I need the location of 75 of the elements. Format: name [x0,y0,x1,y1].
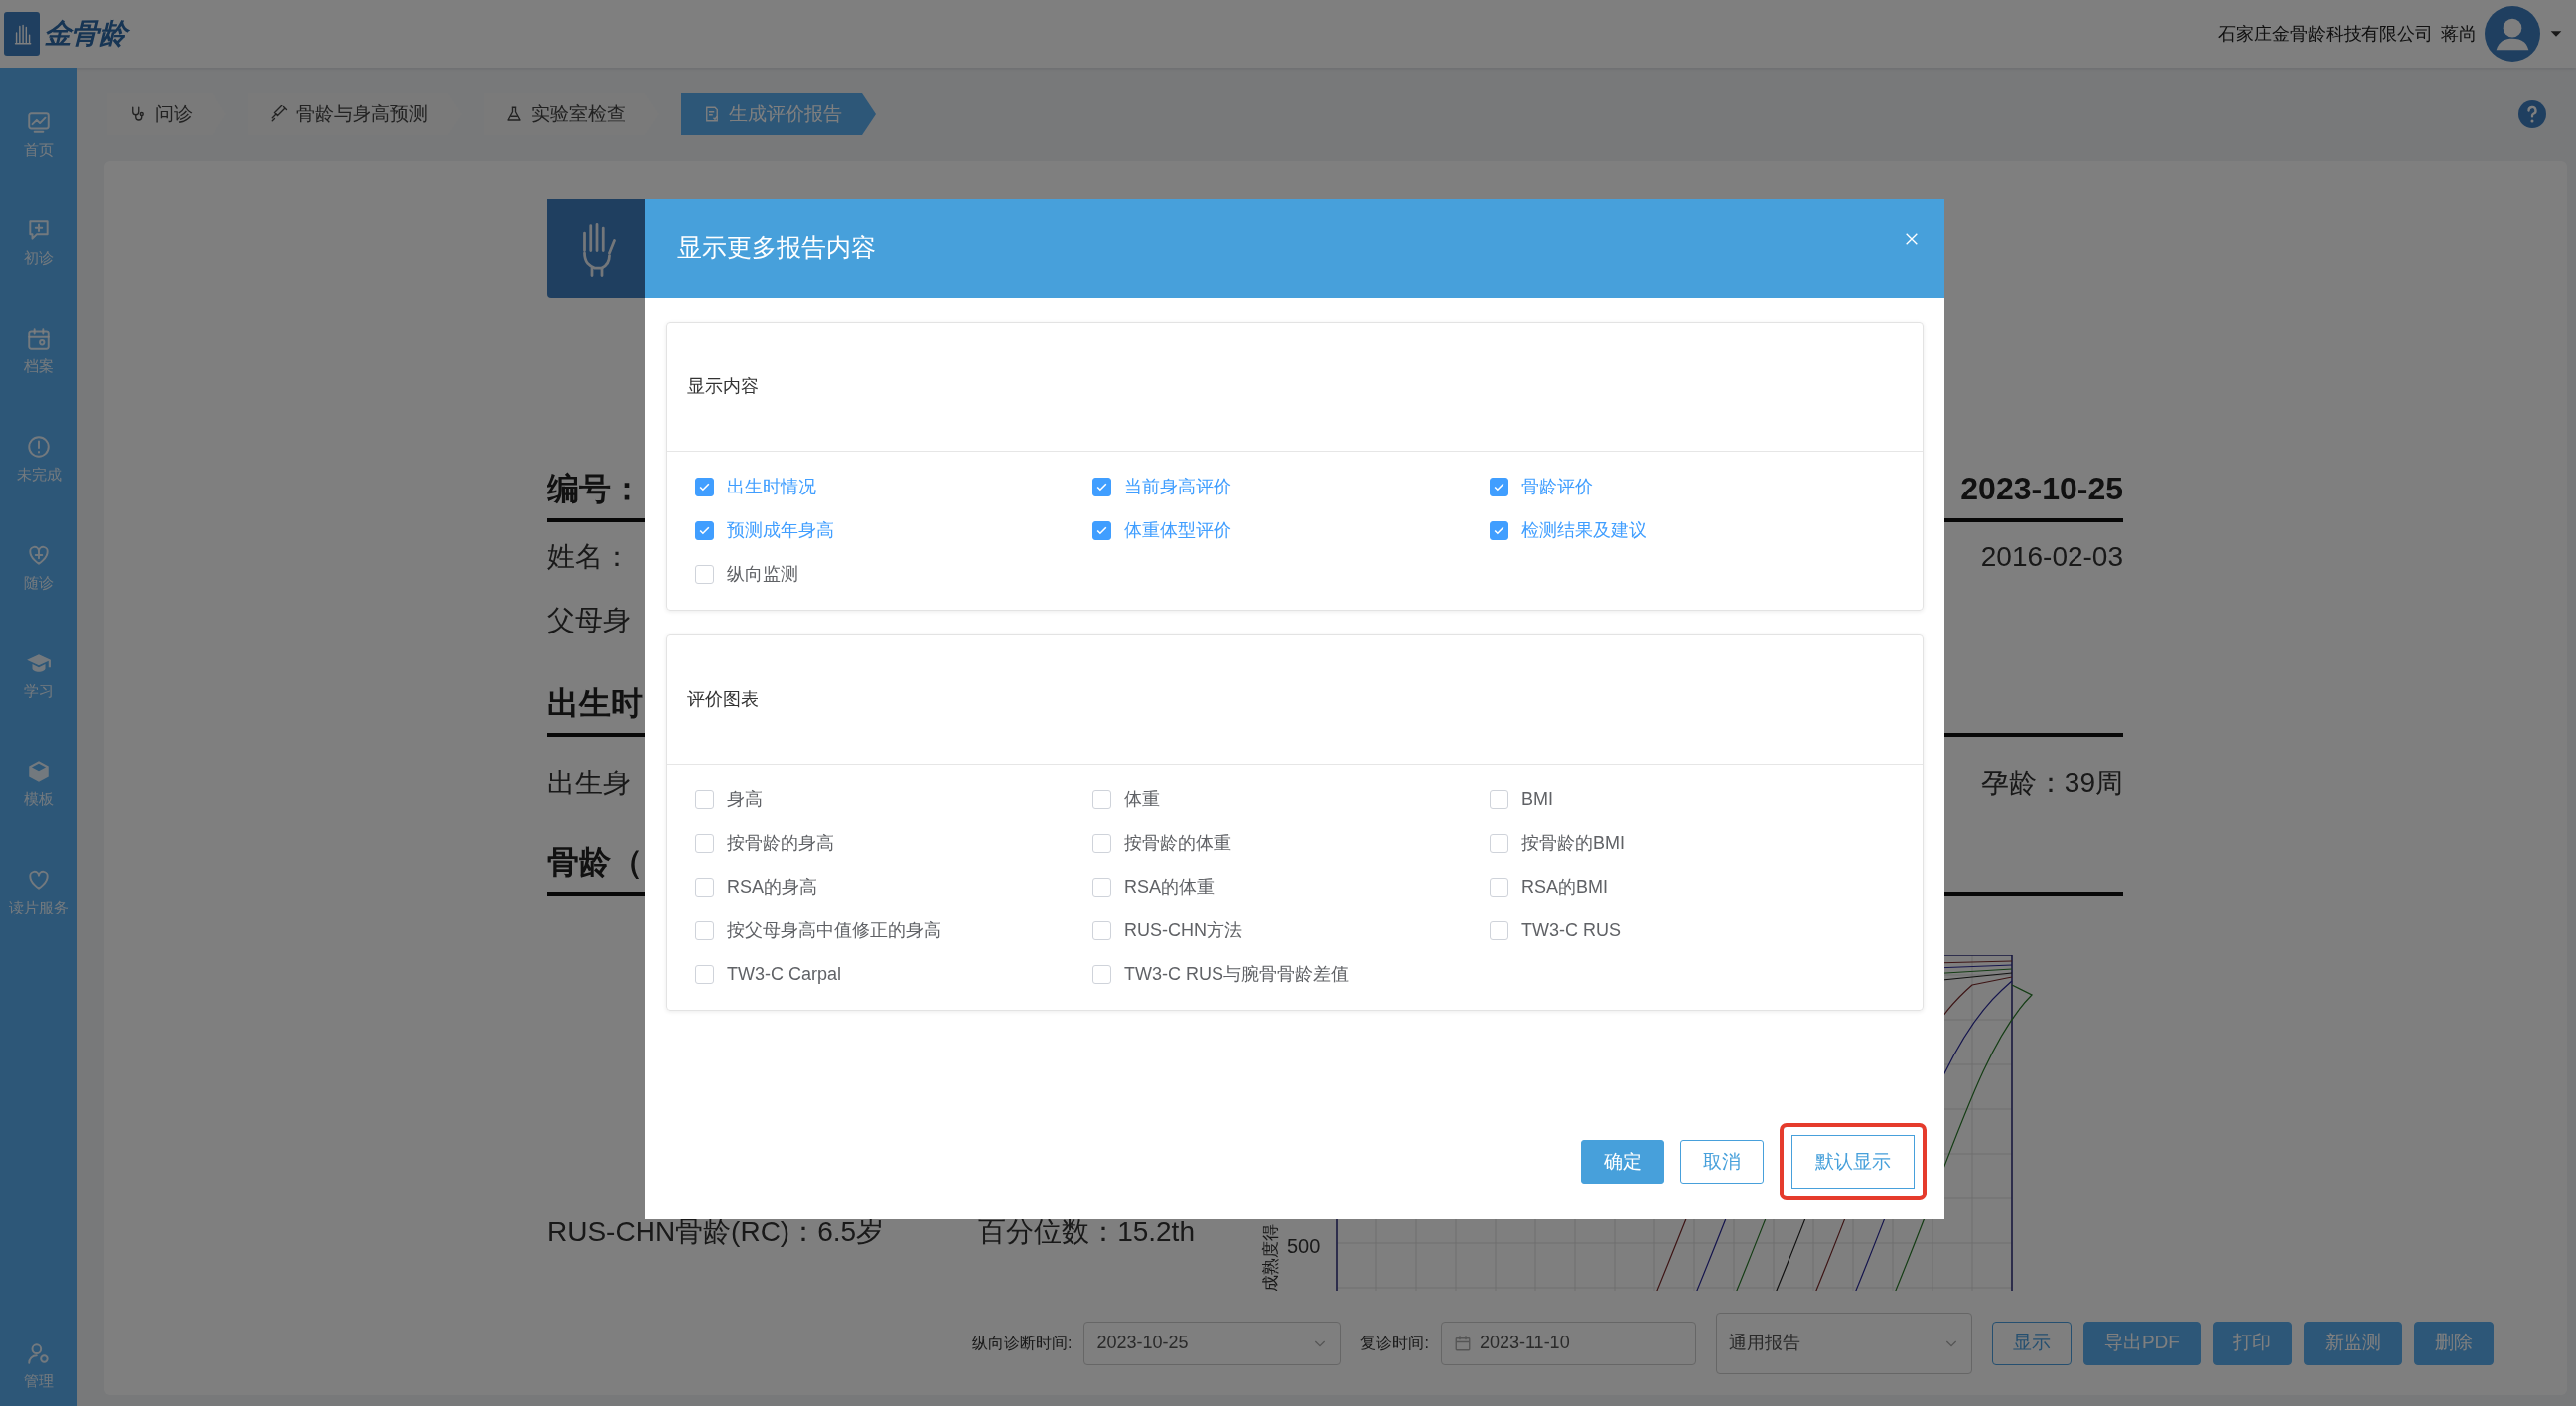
option-checkbox[interactable]: 检测结果及建议 [1490,518,1887,542]
dialog-button[interactable]: 确定 [1581,1140,1664,1184]
sidebar-item[interactable]: 管理 [0,1327,77,1406]
birth-length-label: 出生身 [547,767,631,800]
toolbar-button[interactable]: 新监测 [2303,1321,2402,1365]
section-heading: 出生时 [547,684,643,723]
calendar-icon [1453,1334,1472,1352]
option-checkbox[interactable]: RSA的BMI [1490,875,1887,899]
birth-date: 2016-02-03 [1980,540,2123,574]
option-checkbox[interactable]: RSA的体重 [1092,875,1490,899]
axis-tick-label: 500 [1287,1234,1321,1259]
option-checkbox[interactable]: TW3-C Carpal [695,962,1092,986]
option-checkbox[interactable]: 按骨龄的BMI [1490,831,1887,855]
option-checkbox[interactable]: 按父母身高中值修正的身高 [695,918,1092,942]
option-checkbox[interactable]: 身高 [695,787,1092,811]
option-checkbox[interactable]: BMI [1490,787,1887,811]
avatar-icon[interactable] [2485,6,2540,62]
sidebar-item[interactable]: 档案 [0,298,77,406]
axis-title: 成熟度得 [1260,1223,1282,1291]
report-date: 2023-10-25 [1960,470,2123,508]
sidebar-item[interactable]: 首页 [0,81,77,190]
stethoscope-icon [129,105,147,123]
report-type-select[interactable]: 通用报告 [1715,1312,1972,1374]
option-checkbox[interactable]: 预测成年身高 [695,518,1092,542]
step-tab[interactable]: 生成评价报告 [681,93,876,135]
date-field[interactable]: 2023-11-10 [1440,1321,1696,1365]
sidebar-item[interactable]: 读片服务 [0,839,77,947]
dialog-button[interactable]: 取消 [1680,1140,1764,1184]
option-checkbox[interactable]: 体重体型评价 [1092,518,1490,542]
option-checkbox[interactable]: RSA的身高 [695,875,1092,899]
chart-icon [26,109,52,136]
syringe-icon [270,105,288,123]
toolbar-button[interactable]: 删除 [2413,1321,2494,1365]
report-icon [703,105,721,123]
option-checkbox[interactable]: 出生时情况 [695,475,1092,498]
user-name: 蒋尚 [2441,22,2477,46]
field-label: 纵向诊断时间: [972,1333,1073,1353]
cube-icon [26,759,52,785]
option-checkbox[interactable]: 骨龄评价 [1490,475,1887,498]
toolbar-button[interactable]: 导出PDF [2082,1321,2201,1365]
sidebar-item[interactable]: 初诊 [0,190,77,298]
toolbar-button[interactable]: 打印 [2212,1321,2292,1365]
sidebar-item[interactable]: 学习 [0,623,77,731]
option-checkbox[interactable]: 当前身高评价 [1092,475,1490,498]
dialog-title: 显示更多报告内容 [677,232,876,264]
option-checkbox[interactable]: 体重 [1092,787,1490,811]
calendar-user-icon [26,326,52,352]
panel-title: 评价图表 [687,688,759,711]
company-name: 石家庄金骨龄科技有限公司 [2218,22,2433,46]
help-icon[interactable] [2518,100,2546,128]
report-number-label: 编号： [547,470,643,508]
option-checkbox[interactable]: 按骨龄的体重 [1092,831,1490,855]
option-checkbox[interactable]: 按骨龄的身高 [695,831,1092,855]
sidebar-item[interactable]: 未完成 [0,406,77,514]
dialog-button[interactable]: 默认显示 [1780,1123,1927,1200]
toolbar-button[interactable]: 显示 [1991,1321,2072,1365]
logo-icon [4,12,40,56]
option-checkbox[interactable]: RUS-CHN方法 [1092,918,1490,942]
alert-icon [26,434,52,461]
option-checkbox[interactable]: TW3-C RUS与腕骨骨龄差值 [1092,962,1490,986]
close-icon [1904,231,1920,247]
sidebar-item[interactable]: 模板 [0,731,77,839]
gestation-age: 孕龄：39周 [1980,767,2123,800]
date-select[interactable]: 2023-10-25 [1083,1321,1342,1365]
panel-title: 显示内容 [687,375,759,398]
field-label: 复诊时间: [1360,1333,1429,1353]
sidebar-item[interactable]: 随诊 [0,514,77,623]
option-checkbox[interactable]: 纵向监测 [695,562,1092,586]
bone-age-value: RUS-CHN骨龄(RC)：6.5岁 [547,1215,885,1249]
percentile-value: 百分位数：15.2th [978,1215,1195,1249]
flask-icon [505,105,523,123]
parents-height-label: 父母身 [547,604,631,637]
name-label: 姓名： [547,540,631,574]
option-checkbox[interactable]: TW3-C RUS [1490,918,1887,942]
section-heading: 骨龄（ [547,843,643,882]
